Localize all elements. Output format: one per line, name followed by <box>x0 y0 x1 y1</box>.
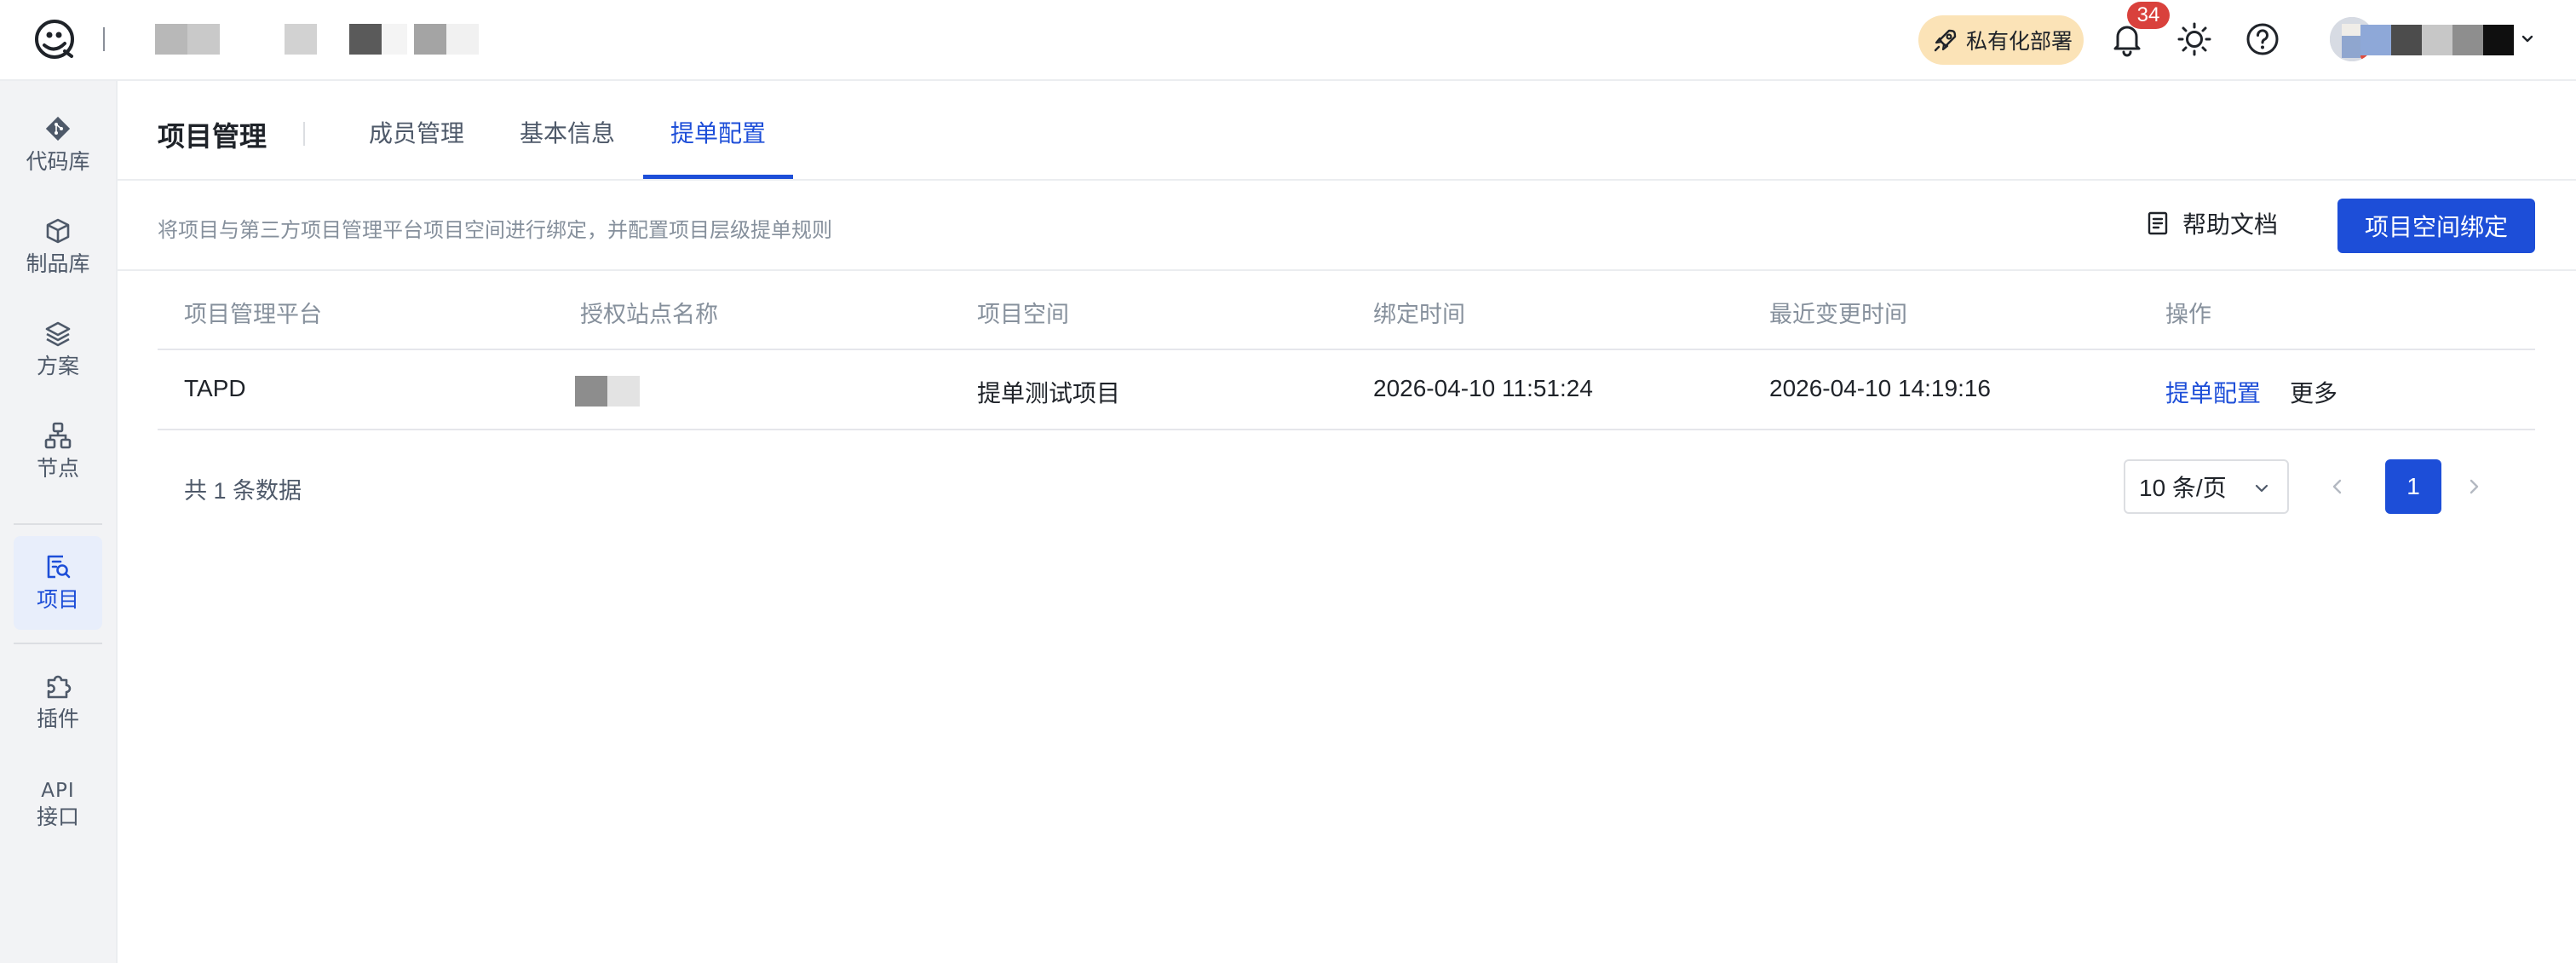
sidebar-item-plan[interactable]: 方案 <box>14 303 102 396</box>
tab-bar-divider <box>118 179 2576 181</box>
project-icon <box>47 555 71 579</box>
cell-site-redacted <box>575 376 640 407</box>
sidebar-item-label: 节点 <box>36 457 79 481</box>
sidebar: 代码库 制品库 方案 节点 项目 插件 API 接口 <box>0 81 118 963</box>
tab-members[interactable]: 成员管理 <box>369 115 464 149</box>
page-title: 项目管理 <box>158 121 267 152</box>
layers-icon <box>45 321 71 347</box>
sidebar-item-label: 项目 <box>36 588 79 612</box>
question-icon <box>2246 23 2279 55</box>
private-deploy-label: 私有化部署 <box>1966 30 2073 54</box>
more-actions-link[interactable]: 更多 <box>2290 375 2337 409</box>
document-icon <box>2148 211 2168 235</box>
page-description: 将项目与第三方项目管理平台项目空间进行绑定，并配置项目层级提单规则 <box>158 219 832 242</box>
prev-page-icon[interactable] <box>2324 473 2351 500</box>
sidebar-item-label: 制品库 <box>26 252 90 276</box>
theme-toggle-button[interactable] <box>2174 19 2215 60</box>
sidebar-divider <box>14 523 102 525</box>
title-divider <box>303 122 305 146</box>
help-button[interactable] <box>2242 19 2283 60</box>
workspace-name-redacted[interactable] <box>155 24 479 55</box>
sidebar-item-label: 插件 <box>36 707 79 731</box>
page-number-1[interactable]: 1 <box>2385 459 2441 514</box>
nodes-icon <box>44 422 72 449</box>
sun-icon <box>2177 22 2211 56</box>
cell-platform: TAPD <box>184 375 246 401</box>
logo-icon[interactable] <box>32 17 77 61</box>
total-count: 共 1 条数据 <box>184 478 302 504</box>
chevron-down-icon[interactable] <box>2517 29 2538 49</box>
logo-divider <box>103 27 105 51</box>
tab-ticket-config[interactable]: 提单配置 <box>670 115 766 149</box>
toolbar-divider <box>118 269 2576 271</box>
sidebar-item-plugin[interactable]: 插件 <box>14 655 102 749</box>
sidebar-item-label: 代码库 <box>26 150 90 174</box>
page-size-select[interactable]: 10 条/页 <box>2124 459 2289 514</box>
package-icon <box>46 218 70 244</box>
sidebar-item-api[interactable]: API 接口 <box>14 758 102 851</box>
page-size-value: 10 条/页 <box>2139 475 2227 501</box>
rocket-icon <box>1934 29 1957 52</box>
column-header-actions: 操作 <box>2165 302 2211 327</box>
sidebar-item-label: 接口 <box>36 805 79 829</box>
bind-project-space-button[interactable]: 项目空间绑定 <box>2337 199 2535 253</box>
column-header-bound-at: 绑定时间 <box>1373 302 1465 327</box>
cell-space: 提单测试项目 <box>977 380 1121 407</box>
ticket-config-link[interactable]: 提单配置 <box>2165 375 2261 409</box>
cell-changed-at: 2026-04-10 14:19:16 <box>1769 375 1991 401</box>
git-icon <box>45 116 71 141</box>
cell-bound-at: 2026-04-10 11:51:24 <box>1373 375 1593 401</box>
next-page-icon[interactable] <box>2460 473 2487 500</box>
username-redacted <box>2360 25 2514 55</box>
help-doc-link[interactable]: 帮助文档 <box>2145 202 2278 245</box>
sidebar-item-code-repo[interactable]: 代码库 <box>14 98 102 192</box>
private-deploy-button[interactable]: 私有化部署 <box>1918 15 2084 65</box>
notification-badge: 34 <box>2127 2 2170 29</box>
sidebar-item-label: 方案 <box>36 355 79 378</box>
puzzle-icon <box>47 675 72 699</box>
sidebar-item-node[interactable]: 节点 <box>14 405 102 499</box>
main-content: 项目管理 成员管理 基本信息 提单配置 将项目与第三方项目管理平台项目空间进行绑… <box>118 81 2576 963</box>
column-header-changed-at: 最近变更时间 <box>1769 302 1907 327</box>
column-header-site: 授权站点名称 <box>580 302 718 327</box>
tab-basic-info[interactable]: 基本信息 <box>520 115 615 149</box>
column-header-space: 项目空间 <box>977 302 1069 327</box>
sidebar-item-artifact-repo[interactable]: 制品库 <box>14 200 102 294</box>
column-header-platform: 项目管理平台 <box>184 302 322 327</box>
chevron-down-icon <box>2255 484 2268 493</box>
table-row-divider <box>158 429 2535 430</box>
table-header-divider <box>158 349 2535 350</box>
help-doc-label: 帮助文档 <box>2182 211 2279 238</box>
sidebar-divider <box>14 643 102 644</box>
user-menu[interactable] <box>2330 17 2534 61</box>
top-bar: 私有化部署 34 <box>0 0 2576 81</box>
sidebar-item-project[interactable]: 项目 <box>14 536 102 630</box>
sidebar-item-api-text: API <box>41 780 75 802</box>
